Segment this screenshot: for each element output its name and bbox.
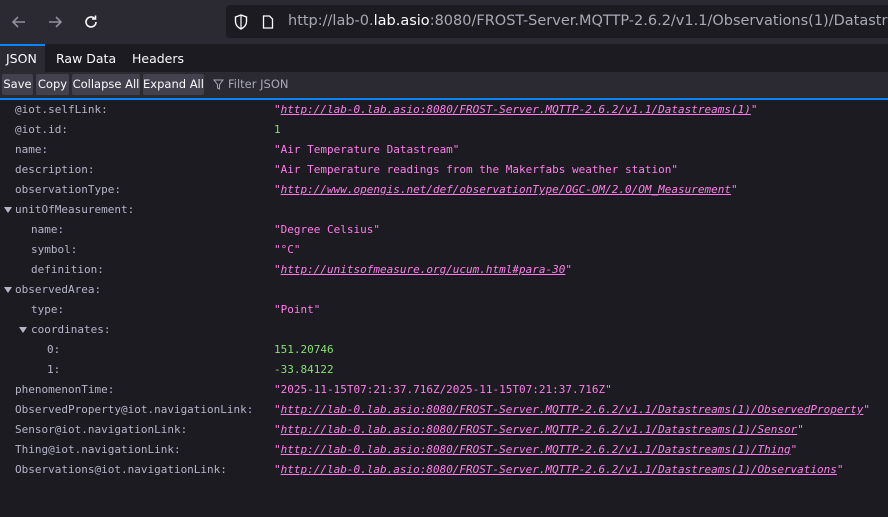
reload-button[interactable] (77, 8, 105, 36)
json-value: "http://lab-0.lab.asio:8080/FROST-Server… (274, 463, 844, 476)
json-row-coordinates[interactable]: coordinates: (0, 320, 888, 340)
json-key: observedArea: (15, 283, 102, 296)
json-key: Sensor@iot.navigationLink: (15, 423, 188, 436)
filter-placeholder: Filter JSON (228, 77, 289, 91)
json-row-description: description: "Air Temperature readings f… (0, 160, 888, 180)
json-row-selflink: @iot.selfLink: "http://lab-0.lab.asio:80… (0, 100, 888, 120)
json-row-unit-name: name: "Degree Celsius" (0, 220, 888, 240)
json-key: coordinates: (31, 323, 111, 336)
browser-navbar: http://lab-0.lab.asio:8080/FROST-Server.… (0, 0, 888, 44)
save-button[interactable]: Save (2, 74, 33, 95)
json-key: name: (31, 223, 65, 236)
json-key: name: (15, 143, 49, 156)
json-row-name: name: "Air Temperature Datastream" (0, 140, 888, 160)
json-key: 1: (47, 363, 61, 376)
expand-toggle-icon[interactable] (4, 286, 12, 294)
json-link[interactable]: http://lab-0.lab.asio:8080/FROST-Server.… (281, 403, 864, 416)
json-row-phenomenon-time: phenomenonTime: "2025-11-15T07:21:37.716… (0, 380, 888, 400)
json-row-sensor-link: Sensor@iot.navigationLink: "http://lab-0… (0, 420, 888, 440)
json-value: "°C" (274, 243, 301, 256)
json-value: -33.84122 (274, 363, 334, 376)
json-value: "http://lab-0.lab.asio:8080/FROST-Server… (274, 443, 798, 456)
json-row-area-type: type: "Point" (0, 300, 888, 320)
json-key: Observations@iot.navigationLink: (15, 463, 227, 476)
json-link[interactable]: http://lab-0.lab.asio:8080/FROST-Server.… (281, 463, 837, 476)
json-row-unit-symbol: symbol: "°C" (0, 240, 888, 260)
json-viewer-tabs: JSON Raw Data Headers (0, 44, 888, 72)
filter-json-input[interactable]: Filter JSON (213, 74, 288, 95)
json-value: "Point" (274, 303, 321, 316)
back-button[interactable] (5, 8, 33, 36)
expand-all-button[interactable]: Expand All (143, 74, 204, 95)
tab-raw-data[interactable]: Raw Data (56, 44, 116, 72)
tracking-protection-shield-icon[interactable] (234, 14, 248, 30)
url-text[interactable]: http://lab-0.lab.asio:8080/FROST-Server.… (288, 13, 888, 29)
json-row-observations-link: Observations@iot.navigationLink: "http:/… (0, 460, 888, 480)
json-row-observed-area[interactable]: observedArea: (0, 280, 888, 300)
filter-icon (213, 79, 224, 90)
address-bar[interactable]: http://lab-0.lab.asio:8080/FROST-Server.… (226, 5, 888, 38)
json-row-coordinate-1: 1: -33.84122 (0, 360, 888, 380)
json-key: type: (31, 303, 65, 316)
json-toolbar: Save Copy Collapse All Expand All Filter… (0, 72, 888, 100)
json-key: definition: (31, 263, 104, 276)
collapse-all-button[interactable]: Collapse All (72, 74, 140, 95)
json-row-thing-link: Thing@iot.navigationLink: "http://lab-0.… (0, 440, 888, 460)
expand-toggle-icon[interactable] (19, 326, 27, 334)
json-value: "http://unitsofmeasure.org/ucum.html#par… (274, 263, 573, 276)
json-key: symbol: (31, 243, 78, 256)
tab-headers[interactable]: Headers (132, 44, 184, 72)
json-value: "Air Temperature Datastream" (274, 143, 460, 156)
forward-button[interactable] (41, 8, 69, 36)
json-value: "http://lab-0.lab.asio:8080/FROST-Server… (274, 103, 758, 116)
json-key: description: (15, 163, 95, 176)
json-value: "2025-11-15T07:21:37.716Z/2025-11-15T07:… (274, 383, 612, 396)
json-value: 1 (274, 123, 281, 136)
json-link[interactable]: http://lab-0.lab.asio:8080/FROST-Server.… (281, 103, 751, 116)
json-value: "http://lab-0.lab.asio:8080/FROST-Server… (274, 423, 804, 436)
forward-arrow-icon (49, 16, 63, 28)
json-row-coordinate-0: 0: 151.20746 (0, 340, 888, 360)
json-row-unit-of-measurement[interactable]: unitOfMeasurement: (0, 200, 888, 220)
json-row-observation-type: observationType: "http://www.opengis.net… (0, 180, 888, 200)
json-value: "Degree Celsius" (274, 223, 380, 236)
expand-toggle-icon[interactable] (4, 206, 12, 214)
page-info-icon[interactable] (262, 15, 274, 29)
json-key: phenomenonTime: (15, 383, 115, 396)
json-value: "http://www.opengis.net/def/observationT… (274, 183, 738, 196)
json-value: 151.20746 (274, 343, 334, 356)
json-row-unit-definition: definition: "http://unitsofmeasure.org/u… (0, 260, 888, 280)
back-arrow-icon (11, 16, 25, 28)
json-key: unitOfMeasurement: (15, 203, 135, 216)
json-key: 0: (47, 343, 61, 356)
json-link[interactable]: http://unitsofmeasure.org/ucum.html#para… (281, 263, 566, 276)
json-key: ObservedProperty@iot.navigationLink: (15, 403, 254, 416)
json-key: @iot.id: (15, 123, 68, 136)
json-key: observationType: (15, 183, 121, 196)
json-value: "Air Temperature readings from the Maker… (274, 163, 678, 176)
json-link[interactable]: http://www.opengis.net/def/observationTy… (281, 183, 731, 196)
json-key: @iot.selfLink: (15, 103, 108, 116)
json-key: Thing@iot.navigationLink: (15, 443, 181, 456)
reload-icon (85, 15, 97, 28)
json-row-observed-property-link: ObservedProperty@iot.navigationLink: "ht… (0, 400, 888, 420)
json-value: "http://lab-0.lab.asio:8080/FROST-Server… (274, 403, 871, 416)
json-link[interactable]: http://lab-0.lab.asio:8080/FROST-Server.… (281, 443, 791, 456)
json-link[interactable]: http://lab-0.lab.asio:8080/FROST-Server.… (281, 423, 798, 436)
tab-json[interactable]: JSON (0, 44, 45, 72)
json-row-id: @iot.id: 1 (0, 120, 888, 140)
copy-button[interactable]: Copy (36, 74, 69, 95)
